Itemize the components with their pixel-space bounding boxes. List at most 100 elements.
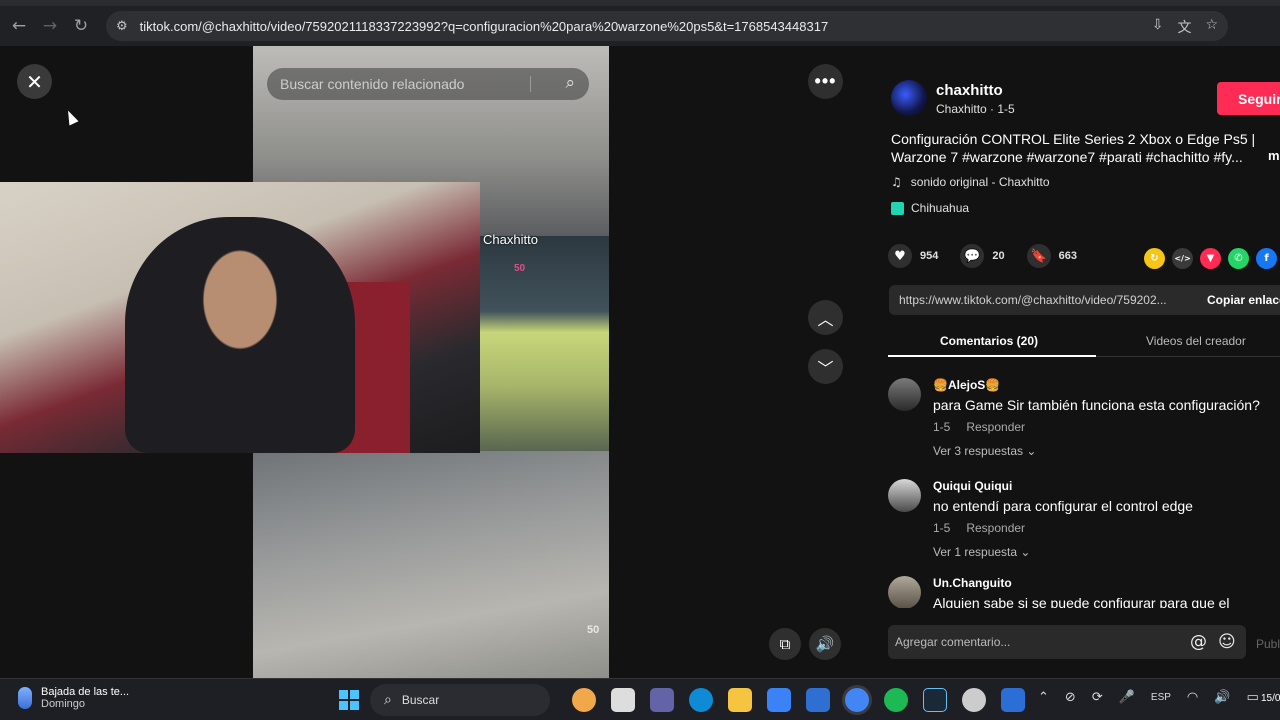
location-tag[interactable]: Chihuahua <box>891 201 969 215</box>
url-text[interactable]: tiktok.com/@chaxhitto/video/759202111833… <box>140 19 829 34</box>
windows-taskbar: Bajada de las te... Domingo ⌕ Buscar ⌃ ⊘… <box>0 678 1280 720</box>
related-search-placeholder: Buscar contenido relacionado <box>280 76 465 92</box>
steam-icon[interactable] <box>923 688 947 712</box>
spotify-icon[interactable] <box>884 688 908 712</box>
store-icon[interactable] <box>767 688 791 712</box>
video-stage: Chaxhitto 50 50 Buscar contenido relacio… <box>0 46 860 678</box>
repost-icon[interactable]: ↻ <box>1144 248 1165 269</box>
author-name[interactable]: chaxhitto <box>936 82 1003 99</box>
reload-button[interactable]: ↻ <box>66 11 96 41</box>
commenter-name[interactable]: 🍔AlejoS🍔 <box>933 378 1000 392</box>
facebook-icon[interactable]: f <box>1256 248 1277 269</box>
next-video-button[interactable]: ﹀ <box>808 349 843 384</box>
follow-button[interactable]: Seguir <box>1217 82 1280 115</box>
commenter-avatar[interactable] <box>888 378 921 411</box>
task-view-icon[interactable] <box>611 688 635 712</box>
tab-comments[interactable]: Comentarios (20) <box>940 334 1038 348</box>
outlook-icon[interactable] <box>806 688 830 712</box>
like-action[interactable]: ♥ 954 <box>888 244 938 268</box>
thermometer-icon <box>18 687 32 709</box>
wifi-icon[interactable]: ◠ <box>1187 690 1198 705</box>
forward-button[interactable]: → <box>35 11 65 41</box>
site-info-icon[interactable]: ⚙ <box>116 19 128 34</box>
search-icon[interactable]: ⌕ <box>565 73 575 93</box>
app-icon[interactable] <box>1001 688 1025 712</box>
comment-icon: 💬 <box>960 244 985 268</box>
reply-button[interactable]: Responder <box>966 521 1025 535</box>
microphone-icon[interactable]: 🎤 <box>1119 690 1135 705</box>
file-explorer-icon[interactable] <box>728 688 752 712</box>
save-action[interactable]: 🔖 663 <box>1026 244 1077 268</box>
previous-video-button[interactable]: ︿ <box>808 300 843 335</box>
related-search-input[interactable]: Buscar contenido relacionado ⌕ <box>267 68 589 100</box>
view-replies-button[interactable]: Ver 3 respuestas ⌄ <box>933 444 1036 458</box>
more-description-link[interactable]: m <box>1268 148 1280 163</box>
webcam-overlay <box>0 182 480 453</box>
weather-widget[interactable]: Bajada de las te... Domingo <box>18 686 129 710</box>
network-off-icon[interactable]: ⊘ <box>1065 690 1076 705</box>
bookmark-icon: 🔖 <box>1026 244 1051 268</box>
comment-input-placeholder: Agregar comentario... <box>895 635 1011 649</box>
send-icon[interactable]: ▼ <box>1200 248 1221 269</box>
embed-icon[interactable]: </> <box>1172 248 1193 269</box>
share-link-text[interactable]: https://www.tiktok.com/@chaxhitto/video/… <box>899 293 1167 307</box>
edge-icon[interactable] <box>689 688 713 712</box>
video-description: Configuración CONTROL Elite Series 2 Xbo… <box>891 131 1256 165</box>
post-comment-button[interactable]: Publ <box>1256 637 1280 651</box>
whatsapp-icon[interactable]: ✆ <box>1228 248 1249 269</box>
sync-icon[interactable]: ⟳ <box>1092 690 1103 705</box>
browser-toolbar: ← → ↻ ⚙ tiktok.com/@chaxhitto/video/7592… <box>0 0 1280 46</box>
picture-in-picture-button[interactable]: ⧉ <box>769 628 801 660</box>
author-subtitle: Chaxhitto · 1-5 <box>936 102 1015 116</box>
music-link[interactable]: ♫ sonido original - Chaxhitto <box>891 175 1050 189</box>
address-bar[interactable]: ⚙ tiktok.com/@chaxhitto/video/7592021118… <box>106 11 1228 41</box>
comment-date: 1-5 <box>933 521 951 535</box>
view-replies-button[interactable]: Ver 1 respuesta ⌄ <box>933 545 1030 559</box>
engagement-stats: ♥ 954 💬 20 🔖 663 <box>888 244 1099 268</box>
translate-icon[interactable]: 文 <box>1177 17 1191 37</box>
clock-date[interactable]: 15/0 <box>1261 693 1280 704</box>
commenter-avatar[interactable] <box>888 576 921 608</box>
like-count: 954 <box>920 250 939 262</box>
taskbar-search-label: Buscar <box>401 693 440 707</box>
comment-text: para Game Sir también funciona esta conf… <box>933 397 1260 413</box>
search-divider <box>530 76 531 92</box>
video-frame-gameplay <box>253 451 609 678</box>
app-icon[interactable] <box>572 688 596 712</box>
install-icon[interactable]: ⇩ <box>1152 17 1164 37</box>
weather-title: Bajada de las te... <box>41 686 130 698</box>
comment-action[interactable]: 💬 20 <box>960 244 1005 268</box>
comment-text: no entendí para configurar el control ed… <box>933 498 1193 514</box>
chrome-icon[interactable] <box>845 688 869 712</box>
tab-creator-videos[interactable]: Videos del creador <box>1146 334 1246 348</box>
windows-start-icon[interactable] <box>339 690 359 710</box>
show-hidden-icons-icon[interactable]: ⌃ <box>1038 690 1049 705</box>
active-tab-indicator <box>888 355 1096 357</box>
taskbar-search[interactable]: ⌕ Buscar <box>370 684 550 716</box>
reply-button[interactable]: Responder <box>966 420 1025 434</box>
comment-item: Un.Changuito Alguien sabe si se puede co… <box>888 576 1268 608</box>
bookmark-star-icon[interactable]: ☆ <box>1205 17 1218 37</box>
back-button[interactable]: ← <box>4 11 34 41</box>
copy-link-button[interactable]: Copiar enlace <box>1207 293 1280 307</box>
speaker-icon[interactable]: 🔊 <box>1214 690 1230 705</box>
close-button[interactable]: ✕ <box>17 64 52 99</box>
settings-icon[interactable] <box>962 688 986 712</box>
search-icon: ⌕ <box>384 692 392 708</box>
commenter-name[interactable]: Un.Changuito <box>933 576 1012 590</box>
location-label: Chihuahua <box>911 201 970 215</box>
comment-input[interactable]: Agregar comentario... @ ☺ <box>888 625 1246 659</box>
location-icon <box>891 201 904 215</box>
commenter-avatar[interactable] <box>888 479 921 512</box>
language-indicator[interactable]: ESP <box>1151 692 1171 705</box>
author-avatar[interactable] <box>891 80 927 116</box>
battery-icon[interactable]: ▭ <box>1246 690 1258 705</box>
volume-button[interactable]: 🔊 <box>809 628 841 660</box>
teams-icon[interactable] <box>650 688 674 712</box>
emoji-icon[interactable]: ☺ <box>1218 632 1236 652</box>
more-options-button[interactable]: ••• <box>808 64 843 99</box>
commenter-name[interactable]: Quiqui Quiqui <box>933 479 1012 493</box>
share-buttons: ↻ </> ▼ ✆ f <box>1144 248 1277 269</box>
mention-icon[interactable]: @ <box>1190 632 1207 652</box>
music-note-icon: ♫ <box>891 175 902 189</box>
